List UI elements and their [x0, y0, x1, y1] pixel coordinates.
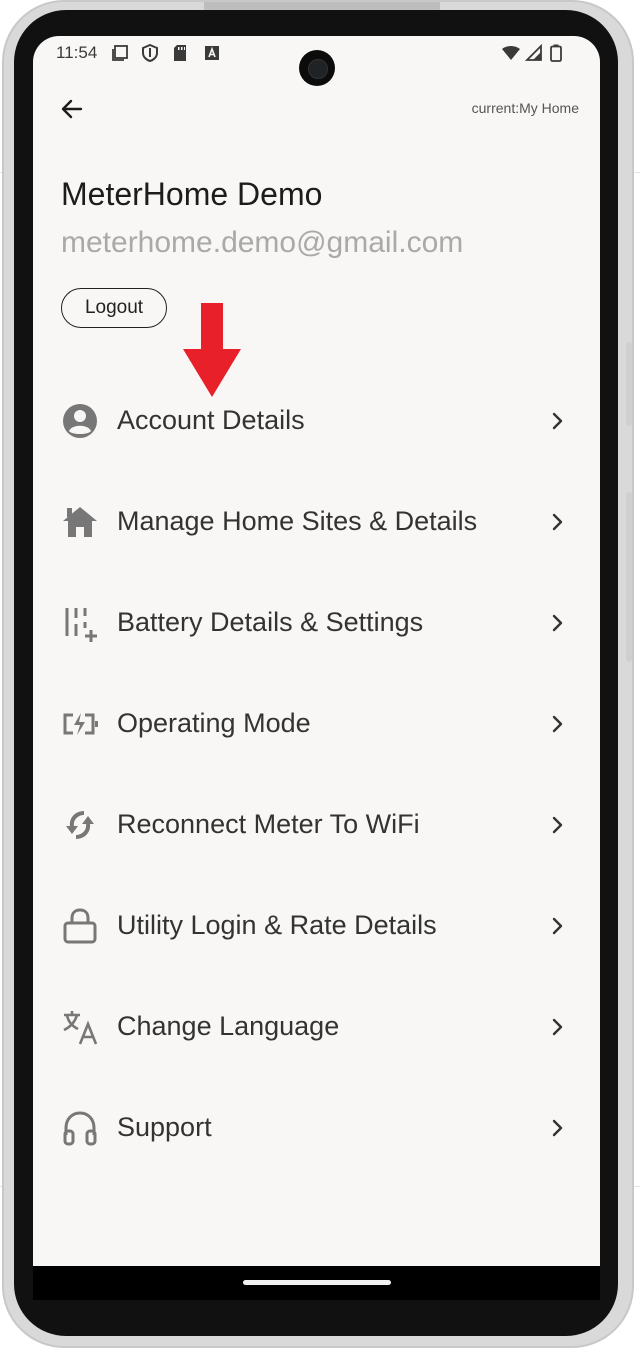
sd-card-icon [174, 45, 186, 61]
menu-item-label: Battery Details & Settings [117, 607, 424, 637]
user-email: meterhome.demo@gmail.com [61, 226, 464, 259]
shield-icon [142, 44, 158, 62]
home-icon [63, 507, 97, 537]
menu-item-label: Manage Home Sites & Details [117, 506, 478, 536]
menu-item-battery-details[interactable]: Battery Details & Settings [33, 573, 600, 673]
account-circle-icon [63, 404, 97, 438]
chevron-right-icon [552, 1018, 563, 1036]
power-button [626, 492, 632, 662]
menu-item-label: Utility Login & Rate Details [117, 910, 437, 940]
translate-icon [63, 1011, 98, 1045]
menu-item-change-language[interactable]: Change Language [33, 977, 600, 1077]
menu-item-manage-home-sites[interactable]: Manage Home Sites & Details [33, 472, 600, 572]
menu-item-label: Account Details [117, 405, 305, 435]
home-indicator[interactable] [243, 1280, 391, 1285]
menu-item-support[interactable]: Support [33, 1078, 600, 1178]
wifi-icon [502, 46, 520, 60]
battery-settings-icon [65, 608, 97, 642]
battery-icon [550, 44, 562, 62]
menu-item-operating-mode[interactable]: Operating Mode [33, 674, 600, 774]
signal-icon [525, 44, 542, 61]
chevron-right-icon [552, 412, 563, 430]
font-a-icon [205, 46, 219, 60]
menu-item-label: Operating Mode [117, 708, 311, 738]
copy-icon [112, 45, 128, 61]
chevron-right-icon [552, 816, 563, 834]
menu-item-label: Reconnect Meter To WiFi [117, 809, 420, 839]
menu-item-utility-login[interactable]: Utility Login & Rate Details [33, 876, 600, 976]
menu-item-account-details[interactable]: Account Details [33, 371, 600, 471]
logout-button[interactable]: Logout [61, 288, 167, 328]
app-screen: 11:54 current:My Home MeterHome Demo met… [33, 36, 600, 1300]
front-camera [299, 50, 335, 86]
sync-icon [66, 811, 94, 839]
chevron-right-icon [552, 917, 563, 935]
menu-item-label: Support [117, 1112, 212, 1142]
menu-item-label: Change Language [117, 1011, 340, 1041]
lock-icon [63, 908, 97, 944]
battery-charging-icon [63, 713, 98, 735]
chevron-right-icon [552, 715, 563, 733]
headphones-icon [63, 1111, 97, 1146]
navigation-bar [33, 1266, 600, 1300]
volume-button [626, 342, 632, 426]
chevron-right-icon [552, 614, 563, 632]
current-home-label: current:My Home [471, 100, 579, 116]
menu-item-reconnect-wifi[interactable]: Reconnect Meter To WiFi [33, 775, 600, 875]
chevron-right-icon [552, 1119, 563, 1137]
arrow-left-icon [61, 99, 83, 119]
status-time: 11:54 [56, 43, 98, 62]
back-button[interactable] [57, 94, 87, 124]
chevron-right-icon [552, 513, 563, 531]
user-name: MeterHome Demo [61, 176, 323, 212]
